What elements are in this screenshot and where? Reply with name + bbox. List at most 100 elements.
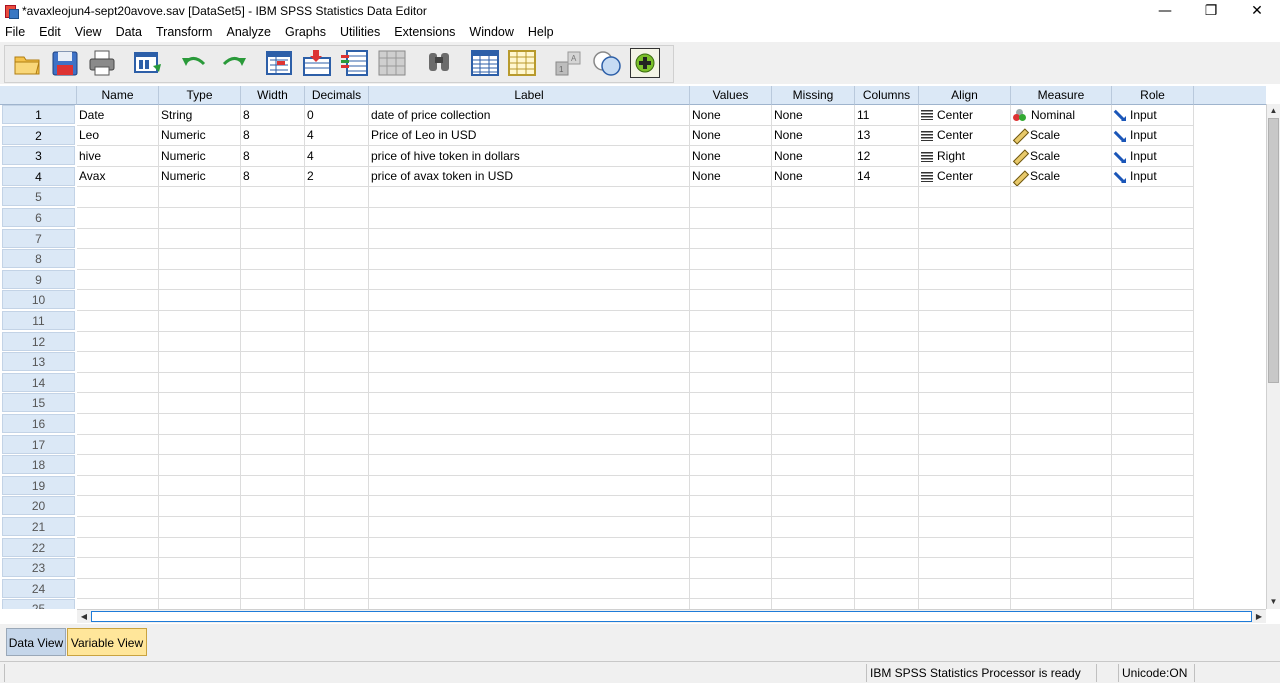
cell-label[interactable]	[369, 351, 690, 373]
cell-missing[interactable]	[772, 454, 855, 476]
menu-extensions[interactable]: Extensions	[387, 22, 462, 42]
cell-type[interactable]	[159, 331, 241, 353]
cell-missing[interactable]	[772, 351, 855, 373]
cell-columns[interactable]	[855, 454, 919, 476]
horizontal-scroll-thumb[interactable]	[91, 611, 1252, 622]
cell-columns[interactable]	[855, 578, 919, 600]
cell-values[interactable]	[690, 537, 772, 559]
cell-align[interactable]	[919, 351, 1011, 373]
col-header-align[interactable]: Align	[919, 86, 1011, 105]
cell-columns[interactable]	[855, 495, 919, 517]
row-header[interactable]: 3	[2, 146, 75, 166]
cell-name[interactable]: hive	[77, 145, 159, 167]
cell-type[interactable]	[159, 434, 241, 456]
cell-role[interactable]	[1112, 557, 1194, 579]
row-header[interactable]: 24	[2, 578, 75, 598]
cell-label[interactable]	[369, 289, 690, 311]
cell-name[interactable]	[77, 557, 159, 579]
cell-type[interactable]	[159, 578, 241, 600]
cell-values[interactable]	[690, 475, 772, 497]
cell-type[interactable]	[159, 495, 241, 517]
cell-role[interactable]	[1112, 248, 1194, 270]
cell-values[interactable]	[690, 228, 772, 250]
menu-data[interactable]: Data	[109, 22, 149, 42]
minimize-button[interactable]: —	[1142, 0, 1188, 22]
cell-align[interactable]	[919, 516, 1011, 538]
cell-width[interactable]	[241, 578, 305, 600]
cell-measure[interactable]	[1011, 248, 1112, 270]
cell-role[interactable]	[1112, 228, 1194, 250]
cell-measure[interactable]	[1011, 516, 1112, 538]
menu-analyze[interactable]: Analyze	[219, 22, 277, 42]
cell-columns[interactable]	[855, 537, 919, 559]
col-header-label[interactable]: Label	[369, 86, 690, 105]
cell-values[interactable]	[690, 578, 772, 600]
cell-role[interactable]	[1112, 207, 1194, 229]
cell-measure[interactable]	[1011, 475, 1112, 497]
cell-decimals[interactable]	[305, 434, 369, 456]
cell-name[interactable]	[77, 392, 159, 414]
cell-align[interactable]	[919, 207, 1011, 229]
cell-measure[interactable]	[1011, 186, 1112, 208]
cell-width[interactable]	[241, 289, 305, 311]
cell-decimals[interactable]	[305, 392, 369, 414]
cell-label[interactable]: price of avax token in USD	[369, 166, 690, 188]
col-header-type[interactable]: Type	[159, 86, 241, 105]
cell-measure[interactable]: Scale	[1011, 166, 1112, 188]
cell-measure[interactable]	[1011, 269, 1112, 291]
cell-values[interactable]	[690, 516, 772, 538]
cell-name[interactable]: Avax	[77, 166, 159, 188]
row-header[interactable]: 5	[2, 187, 75, 207]
cell-decimals[interactable]	[305, 475, 369, 497]
cell-width[interactable]	[241, 248, 305, 270]
cell-name[interactable]	[77, 475, 159, 497]
cell-columns[interactable]	[855, 516, 919, 538]
cell-width[interactable]: 8	[241, 166, 305, 188]
cell-type[interactable]: Numeric	[159, 125, 241, 147]
cell-missing[interactable]	[772, 248, 855, 270]
cell-type[interactable]	[159, 475, 241, 497]
cell-name[interactable]	[77, 310, 159, 332]
cell-missing[interactable]	[772, 392, 855, 414]
cell-width[interactable]: 8	[241, 145, 305, 167]
variables-icon[interactable]	[339, 48, 369, 78]
scroll-right-arrow-icon[interactable]: ▶	[1252, 610, 1266, 623]
cell-measure[interactable]	[1011, 537, 1112, 559]
cell-width[interactable]	[241, 537, 305, 559]
col-header-missing[interactable]: Missing	[772, 86, 855, 105]
print-icon[interactable]	[87, 48, 117, 78]
cell-missing[interactable]: None	[772, 145, 855, 167]
extension-add-icon[interactable]	[630, 48, 660, 78]
goto-variable-icon[interactable]	[302, 48, 332, 78]
cell-columns[interactable]	[855, 228, 919, 250]
cell-columns[interactable]	[855, 598, 919, 609]
cell-role[interactable]	[1112, 434, 1194, 456]
cell-role[interactable]: Input	[1112, 166, 1194, 188]
cell-name[interactable]	[77, 269, 159, 291]
tab-variable-view[interactable]: Variable View	[67, 628, 147, 656]
cell-width[interactable]: 8	[241, 125, 305, 147]
row-header[interactable]: 20	[2, 496, 75, 516]
cell-width[interactable]	[241, 598, 305, 609]
cell-label[interactable]	[369, 475, 690, 497]
cell-missing[interactable]: None	[772, 125, 855, 147]
cell-label[interactable]	[369, 372, 690, 394]
cell-role[interactable]	[1112, 289, 1194, 311]
col-header-measure[interactable]: Measure	[1011, 86, 1112, 105]
cell-decimals[interactable]	[305, 331, 369, 353]
cell-type[interactable]	[159, 392, 241, 414]
cell-decimals[interactable]	[305, 248, 369, 270]
cell-columns[interactable]: 11	[855, 104, 919, 126]
cell-values[interactable]	[690, 557, 772, 579]
cell-type[interactable]	[159, 289, 241, 311]
cell-missing[interactable]	[772, 331, 855, 353]
row-header[interactable]: 6	[2, 208, 75, 227]
cell-values[interactable]: None	[690, 166, 772, 188]
cell-align[interactable]	[919, 331, 1011, 353]
cell-measure[interactable]: Scale	[1011, 125, 1112, 147]
cell-columns[interactable]	[855, 372, 919, 394]
cell-name[interactable]	[77, 289, 159, 311]
cell-values[interactable]	[690, 289, 772, 311]
cell-label[interactable]	[369, 495, 690, 517]
cell-name[interactable]	[77, 248, 159, 270]
